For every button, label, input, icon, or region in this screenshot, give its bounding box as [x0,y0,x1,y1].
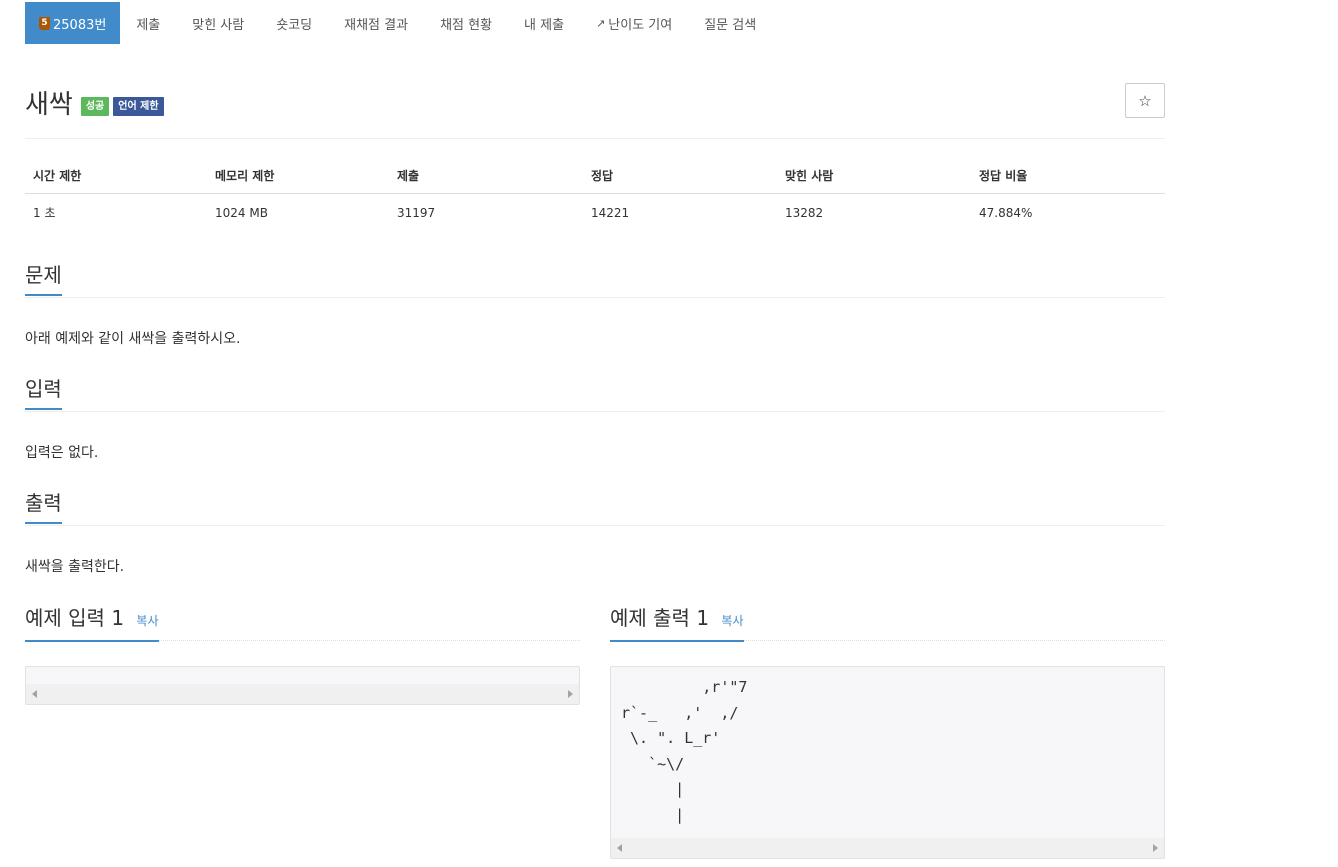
star-icon: ☆ [1138,91,1152,110]
description-text: 아래 예제와 같이 새싹을 출력하시오. [25,331,241,347]
sample-output-header: 예제 출력 1 복사 [610,605,1165,642]
value-time-limit: 1 초 [33,206,56,220]
sample-output-heading: 예제 출력 1 복사 [610,605,744,642]
external-link-icon: ↗ [596,16,606,30]
header-time-limit: 시간 제한 [25,158,207,194]
difficulty-contribution-label: 난이도 기여 [608,17,673,33]
description-heading: 문제 [25,262,62,296]
sample-input-scrollbar[interactable] [26,684,579,704]
sample-output-box[interactable]: ,r'"7 r`-_ ,' ,/ \. ". L_r' `~\/ | | [610,666,1165,859]
header-accepted: 정답 [583,158,777,194]
value-solved-users: 13282 [785,205,824,220]
output-text: 새싹을 출력한다. [25,559,125,575]
header-accept-ratio: 정답 비율 [971,158,1165,194]
sample-output-scrollbar[interactable] [611,838,1164,858]
nav-problem-number[interactable]: 5 25083번 [25,2,121,44]
value-memory-limit: 1024 MB [215,205,268,220]
tier-icon: 5 [39,16,50,30]
nav-short-coding[interactable]: 숏코딩 [260,2,328,44]
sample-output-title: 예제 출력 1 [610,606,710,630]
value-accept-ratio: 47.884% [979,205,1033,220]
nav-rejudge-results[interactable]: 재채점 결과 [328,2,424,44]
nav-submit[interactable]: 제출 [120,2,176,44]
sample-output-content: ,r'"7 r`-_ ,' ,/ \. ". L_r' `~\/ | | [621,678,748,824]
nav-difficulty-contribution[interactable]: ↗ 난이도 기여 [580,2,688,44]
copy-sample-output-button[interactable]: 복사 [721,614,743,628]
favorite-star-button[interactable]: ☆ [1125,83,1165,118]
title-divider [25,138,1165,139]
scroll-right-icon[interactable] [568,690,573,698]
header-submissions: 제출 [389,158,583,194]
sample-input-content [26,667,579,675]
header-memory-limit: 메모리 제한 [207,158,389,194]
value-accepted: 14221 [591,205,630,220]
header-solved-users: 맞힌 사람 [777,158,971,194]
copy-sample-input-button[interactable]: 복사 [136,614,158,628]
input-text: 입력은 없다. [25,445,99,461]
table-header-row: 시간 제한 메모리 제한 제출 정답 맞힌 사람 정답 비율 [25,158,1165,194]
value-submissions: 31197 [397,205,436,220]
language-restriction-badge[interactable]: 언어 제한 [113,97,164,116]
problem-info-table: 시간 제한 메모리 제한 제출 정답 맞힌 사람 정답 비율 1 초 1024 … [25,158,1165,231]
sample-input-heading: 예제 입력 1 복사 [25,605,159,642]
problem-number-label: 25083번 [53,17,107,33]
scroll-left-icon[interactable] [32,690,37,698]
problem-nav: 5 25083번 제출 맞힌 사람 숏코딩 재채점 결과 채점 현황 내 제출 … [25,2,772,44]
nav-status[interactable]: 채점 현황 [424,2,508,44]
scroll-right-icon[interactable] [1153,844,1158,852]
status-badge-success: 성공 [80,97,110,116]
table-row: 1 초 1024 MB 31197 14221 13282 47.884% [25,194,1165,232]
sample-input-box[interactable] [25,666,580,705]
output-heading: 출력 [25,490,62,524]
input-heading: 입력 [25,376,62,410]
sample-input-title: 예제 입력 1 [25,606,125,630]
input-section-header: 입력 [25,376,1165,412]
scroll-left-icon[interactable] [617,844,622,852]
output-section-header: 출력 [25,490,1165,526]
nav-my-submissions[interactable]: 내 제출 [508,2,580,44]
nav-solved-users[interactable]: 맞힌 사람 [176,2,260,44]
nav-question-search[interactable]: 질문 검색 [688,2,772,44]
sample-input-header: 예제 입력 1 복사 [25,605,580,642]
problem-title: 새싹 [25,90,73,120]
description-section-header: 문제 [25,262,1165,298]
problem-title-row: 새싹 성공 언어 제한 [25,84,164,121]
